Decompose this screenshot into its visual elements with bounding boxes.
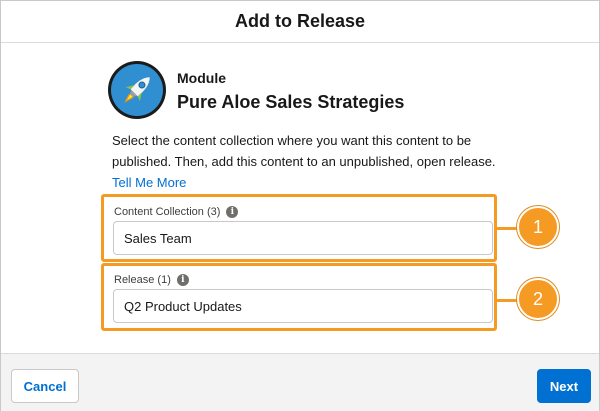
content-collection-field: Content Collection (3) i Sales Team xyxy=(101,194,497,262)
info-icon[interactable]: i xyxy=(176,274,189,286)
description-text: Select the content collection where you … xyxy=(112,133,496,169)
modal-title: Add to Release xyxy=(234,11,366,31)
tell-me-more-link[interactable]: Tell Me More xyxy=(112,175,186,190)
callout-connector xyxy=(497,299,519,302)
release-label: Release (1) xyxy=(114,274,171,286)
content-collection-input[interactable]: Sales Team xyxy=(113,221,493,255)
next-button[interactable]: Next xyxy=(537,369,591,403)
callout-badge-2: 2 xyxy=(517,278,559,320)
release-input[interactable]: Q2 Product Updates xyxy=(113,289,493,323)
content-collection-label: Content Collection (3) xyxy=(114,206,221,218)
modal-header: Add to Release xyxy=(1,1,599,43)
content-collection-value: Sales Team xyxy=(124,230,192,246)
rocket-icon-background xyxy=(111,64,163,116)
info-icon[interactable]: i xyxy=(226,206,239,218)
rocket-icon-graphic xyxy=(124,77,150,103)
callout-badge-1: 1 xyxy=(517,206,559,248)
add-to-release-modal: Add to Release Module Pure Aloe Sales St… xyxy=(0,0,600,411)
rocket-icon xyxy=(108,61,166,119)
cancel-button[interactable]: Cancel xyxy=(11,369,79,403)
module-kicker: Module xyxy=(177,70,226,86)
callout-connector xyxy=(497,227,519,230)
release-label-row: Release (1) i xyxy=(114,274,189,286)
modal-footer: Cancel Next xyxy=(1,353,599,411)
release-value: Q2 Product Updates xyxy=(124,298,242,314)
content-collection-label-row: Content Collection (3) i xyxy=(114,206,239,218)
module-name: Pure Aloe Sales Strategies xyxy=(177,92,405,112)
release-field: Release (1) i Q2 Product Updates xyxy=(101,263,497,331)
